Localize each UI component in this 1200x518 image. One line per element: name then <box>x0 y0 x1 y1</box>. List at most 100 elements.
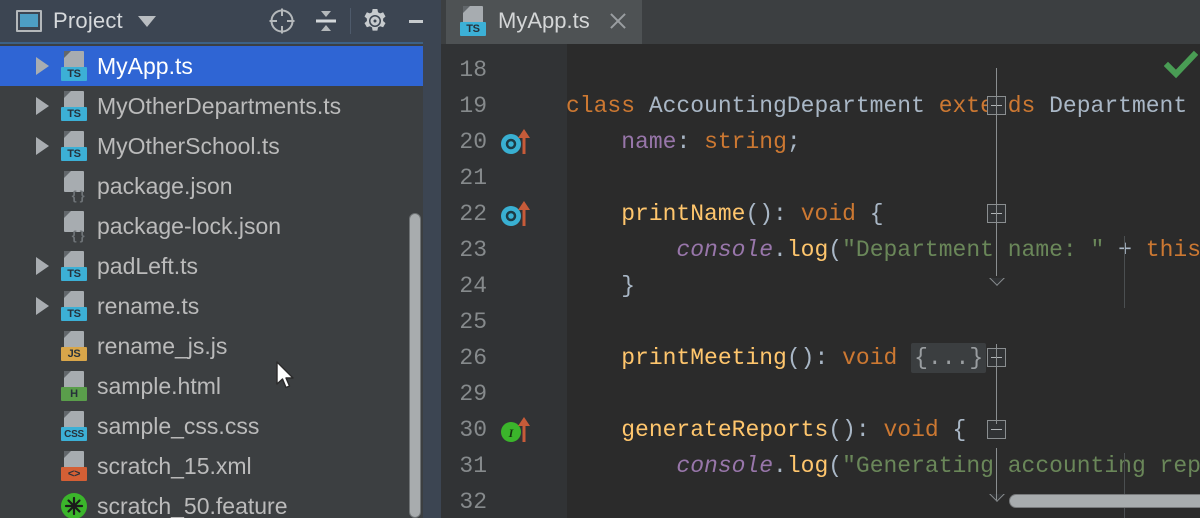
cucumber-icon <box>61 493 87 518</box>
editor-horizontal-scrollbar[interactable] <box>1009 494 1200 508</box>
line-number: 24 <box>459 273 487 299</box>
code-line[interactable]: console.log("Department name: " + this <box>566 232 1200 268</box>
expand-arrow-icon[interactable] <box>36 297 49 315</box>
editor-gutter[interactable]: 18 19 20 21 22 23 24 25 26 29 30 I 31 32 <box>441 44 566 518</box>
code-line[interactable]: } <box>566 268 635 304</box>
tree-row-rename-ts[interactable]: TS rename.ts <box>0 286 441 326</box>
editor-tab-myapp-ts[interactable]: TS MyApp.ts <box>446 0 642 44</box>
file-icon: TS <box>61 91 87 121</box>
project-panel-header: Project <box>0 0 441 44</box>
tree-row-myapp-ts[interactable]: TS MyApp.ts <box>0 46 441 86</box>
tree-row-myotherschool-ts[interactable]: TS MyOtherSchool.ts <box>0 126 441 166</box>
line-number: 18 <box>459 57 487 83</box>
line-number: 32 <box>459 489 487 515</box>
tree-row-label: scratch_15.xml <box>97 452 252 479</box>
code-canvas[interactable]: 18 19 20 21 22 23 24 25 26 29 30 I 31 32 class Accoun… <box>441 44 1200 518</box>
expand-arrow-icon[interactable] <box>36 137 49 155</box>
tree-row-label: sample_css.css <box>97 412 260 439</box>
fold-region-line <box>996 344 997 424</box>
code-line[interactable]: class AccountingDepartment extends Depar… <box>566 88 1187 124</box>
sidebar-vertical-scrollbar[interactable] <box>409 213 421 518</box>
tree-row-label: MyOtherSchool.ts <box>97 132 280 159</box>
tree-row-scratch-50-feature[interactable]: scratch_50.feature <box>0 486 441 518</box>
tree-row-myotherdepartments-ts[interactable]: TS MyOtherDepartments.ts <box>0 86 441 126</box>
line-number: 25 <box>459 309 487 335</box>
file-type-badge: { } <box>71 227 85 243</box>
file-type-badge: TS <box>61 267 87 281</box>
line-number: 20 <box>459 129 487 155</box>
file-icon: TS <box>61 131 87 161</box>
implementing-method-icon[interactable]: I <box>499 416 545 444</box>
file-type-badge: H <box>61 387 87 401</box>
json-file-icon: { } <box>61 171 87 203</box>
file-type-badge: JS <box>61 347 87 361</box>
sidebar-scroll-gutter <box>423 0 441 518</box>
file-icon: CSS <box>61 411 87 441</box>
chevron-down-icon[interactable] <box>137 15 156 27</box>
code-line[interactable]: generateReports(): void { <box>566 412 966 448</box>
file-icon: TS <box>61 251 87 281</box>
code-line[interactable]: console.log("Generating accounting rep <box>566 448 1200 484</box>
tree-row-label: rename_js.js <box>97 332 228 359</box>
overriding-method-icon[interactable] <box>499 128 545 156</box>
code-line[interactable]: printName(): void { <box>566 196 883 232</box>
file-type-badge: CSS <box>61 427 87 441</box>
tree-row-package-lock-json[interactable]: { } package-lock.json <box>0 206 441 246</box>
line-number: 22 <box>459 201 487 227</box>
tree-row-label: padLeft.ts <box>97 252 199 279</box>
overriding-method-icon[interactable] <box>499 200 545 228</box>
file-type-badge: TS <box>61 147 87 161</box>
line-number: 31 <box>459 453 487 479</box>
panel-title: Project <box>53 8 123 33</box>
line-number: 26 <box>459 345 487 371</box>
file-icon: H <box>61 371 87 401</box>
line-number: 30 <box>459 417 487 443</box>
project-tool-window: Project TS MyApp.ts TS MyOtherDepartment… <box>0 0 441 518</box>
panel-actions <box>260 0 441 43</box>
file-type-badge: TS <box>61 307 87 321</box>
file-type-badge: TS <box>61 67 87 81</box>
select-opened-file-icon[interactable] <box>260 0 304 43</box>
code-line[interactable]: name: string; <box>566 124 800 160</box>
indent-guide <box>1124 236 1125 308</box>
tree-row-sample-html[interactable]: Hsample.html <box>0 366 441 406</box>
tree-row-label: scratch_50.feature <box>97 492 288 518</box>
expand-arrow-icon[interactable] <box>36 97 49 115</box>
tree-row-padleft-ts[interactable]: TS padLeft.ts <box>0 246 441 286</box>
file-type-badge: TS <box>61 107 87 121</box>
tree-row-label: MyOtherDepartments.ts <box>97 92 342 119</box>
fold-region-end-icon[interactable] <box>987 278 1006 286</box>
inspection-status-ok-icon[interactable] <box>1163 50 1199 80</box>
file-type-badge: { } <box>71 187 85 203</box>
expand-arrow-icon[interactable] <box>36 257 49 275</box>
tree-row-sample-css-css[interactable]: CSS sample_css.css <box>0 406 441 446</box>
indent-guide <box>1124 453 1125 518</box>
gear-icon[interactable] <box>353 0 397 43</box>
typescript-file-icon: TS <box>460 5 486 36</box>
line-number: 23 <box>459 237 487 263</box>
line-number: 21 <box>459 165 487 191</box>
tree-row-package-json[interactable]: { } package.json <box>0 166 441 206</box>
tree-row-label: rename.ts <box>97 292 200 319</box>
code-editor: TS MyApp.ts 18 19 20 21 22 23 24 25 26 29 30 I 31 32 … <box>441 0 1200 518</box>
json-file-icon: { } <box>61 211 87 243</box>
collapse-all-icon[interactable] <box>304 0 348 43</box>
line-number: 29 <box>459 381 487 407</box>
file-icon: JS <box>61 331 87 361</box>
file-type-badge: <> <box>61 467 87 481</box>
code-line[interactable]: printMeeting(): void {...} <box>566 340 987 376</box>
tab-file-badge: TS <box>460 21 486 36</box>
expand-arrow-icon[interactable] <box>36 57 49 75</box>
fold-region-line <box>996 176 997 276</box>
tree-row-label: package-lock.json <box>97 212 282 239</box>
tree-row-scratch-15-xml[interactable]: <> scratch_15.xml <box>0 446 441 486</box>
editor-tab-label: MyApp.ts <box>498 7 590 33</box>
project-window-icon <box>16 10 42 32</box>
tree-row-rename-js-js[interactable]: JS rename_js.js <box>0 326 441 366</box>
toolbar-separator <box>350 8 351 34</box>
tree-row-label: sample.html <box>97 372 221 399</box>
tree-row-label: MyApp.ts <box>97 52 193 79</box>
project-file-tree[interactable]: TS MyApp.ts TS MyOtherDepartments.ts TS MyOth… <box>0 46 441 518</box>
close-icon[interactable] <box>606 9 630 33</box>
line-number: 19 <box>459 93 487 119</box>
